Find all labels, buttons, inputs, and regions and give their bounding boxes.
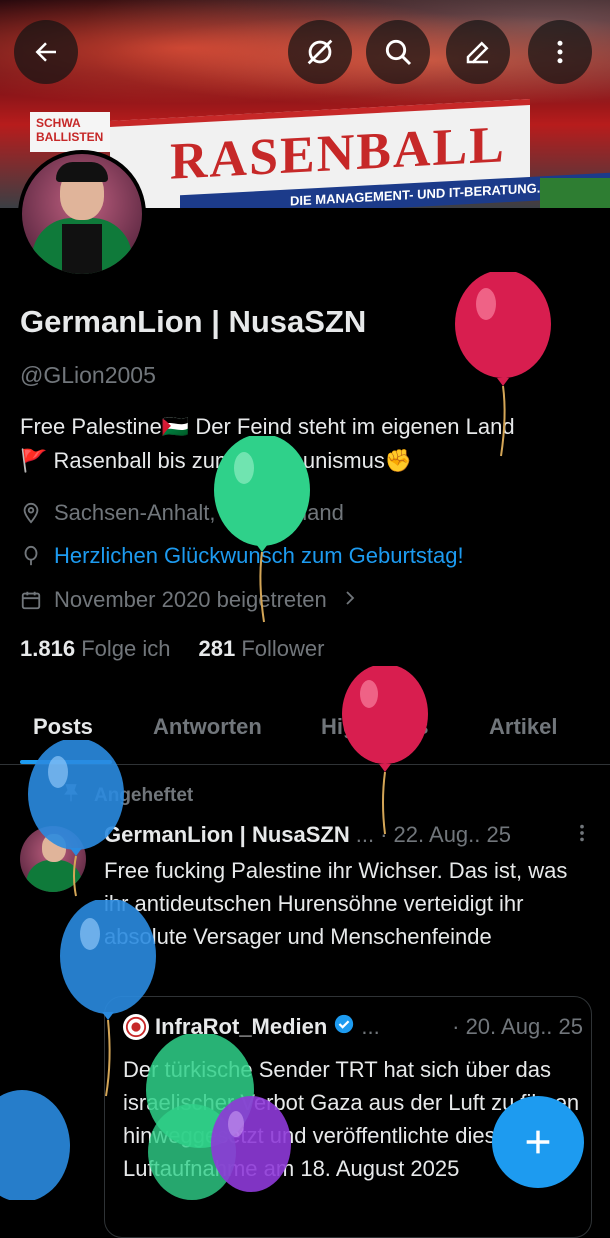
post-header: GermanLion | NusaSZN ... · 22. Aug.. 25	[104, 822, 604, 850]
edit-icon	[466, 41, 489, 64]
profile-name: GermanLion | NusaSZN	[20, 304, 367, 339]
banner-turf	[540, 178, 610, 208]
tab-highlights[interactable]: Highlights	[321, 714, 429, 740]
location-pin-icon	[20, 502, 46, 524]
plus-icon	[526, 1130, 550, 1154]
mute-notifications-icon	[307, 39, 333, 65]
calendar-icon	[20, 589, 46, 611]
post-author-name[interactable]: GermanLion | NusaSZN	[104, 822, 350, 850]
tab-replies[interactable]: Antworten	[153, 714, 262, 740]
balloon-icon	[20, 545, 46, 567]
profile-location: Sachsen-Anhalt, Deutschland	[20, 500, 344, 526]
post-avatar-body	[26, 860, 82, 892]
followers-label: Follower	[241, 636, 325, 661]
profile-stats: 1.816 Folge ich 281 Follower	[20, 636, 324, 662]
followers-stat[interactable]: 281 Follower	[198, 636, 324, 662]
quoted-post-date: · 20. Aug.. 25	[452, 1014, 583, 1039]
quoted-author-ellipsis: ...	[361, 1014, 380, 1039]
edit-button[interactable]	[446, 20, 510, 84]
avatar-shirt	[62, 224, 102, 274]
location-text: Sachsen-Anhalt, Deutschland	[54, 500, 344, 525]
pin-icon	[60, 782, 82, 810]
banner-side-sign: SCHWA BALLISTEN	[30, 112, 110, 152]
post-text: Free fucking Palestine ihr Wichser. Das …	[104, 858, 568, 949]
pinned-indicator: Angeheftet	[60, 782, 193, 810]
following-stat[interactable]: 1.816 Folge ich	[20, 636, 170, 662]
search-icon	[385, 39, 412, 66]
more-button[interactable]	[528, 20, 592, 84]
tab-posts[interactable]: Posts	[33, 714, 93, 740]
post-author-avatar[interactable]	[20, 826, 86, 892]
post-date[interactable]: · 22. Aug.. 25	[380, 822, 511, 850]
bio-line-2: 🚩 Rasenball bis zum Kommunismus✊	[20, 448, 413, 473]
post-more-icon[interactable]	[574, 822, 590, 850]
quoted-author-avatar	[123, 1014, 149, 1040]
compose-post-button[interactable]	[492, 1096, 584, 1188]
search-button[interactable]	[366, 20, 430, 84]
profile-avatar[interactable]	[18, 150, 146, 278]
profile-tabs: Posts Antworten Highlights Artikel	[0, 704, 610, 765]
arrow-left-icon	[35, 42, 56, 62]
birthday-link[interactable]: Herzlichen Glückwunsch zum Geburtstag!	[54, 543, 464, 569]
following-count: 1.816	[20, 636, 76, 661]
tab-articles[interactable]: Artikel	[489, 714, 557, 740]
back-button[interactable]	[14, 20, 78, 84]
joined-text: November 2020 beigetreten	[54, 587, 327, 612]
pinned-label: Angeheftet	[94, 785, 194, 806]
verified-badge-icon	[333, 1013, 355, 1041]
profile-joined[interactable]: November 2020 beigetreten	[20, 587, 359, 613]
profile-handle: @GLion2005	[20, 362, 156, 388]
blue-balloon-icon	[0, 1090, 70, 1200]
post-author-ellipsis: ...	[355, 822, 375, 847]
active-tab-indicator	[20, 760, 112, 764]
post-avatar-head	[42, 834, 66, 862]
chevron-right-icon	[341, 587, 359, 613]
avatar-cap	[56, 162, 108, 182]
profile-birthday[interactable]: Herzlichen Glückwunsch zum Geburtstag!	[20, 543, 464, 569]
following-label: Folge ich	[81, 636, 171, 661]
quoted-post-header: InfraRot_Medien ... · 20. Aug.. 25	[123, 1013, 583, 1041]
quoted-author-name: InfraRot_Medien	[155, 1014, 328, 1039]
bio-line-1: Free Palestine🇵🇸 Der Feind steht im eige…	[20, 414, 515, 439]
more-icon	[557, 40, 563, 64]
mute-button[interactable]	[288, 20, 352, 84]
profile-bio: Free Palestine🇵🇸 Der Feind steht im eige…	[20, 410, 600, 478]
followers-count: 281	[198, 636, 236, 661]
